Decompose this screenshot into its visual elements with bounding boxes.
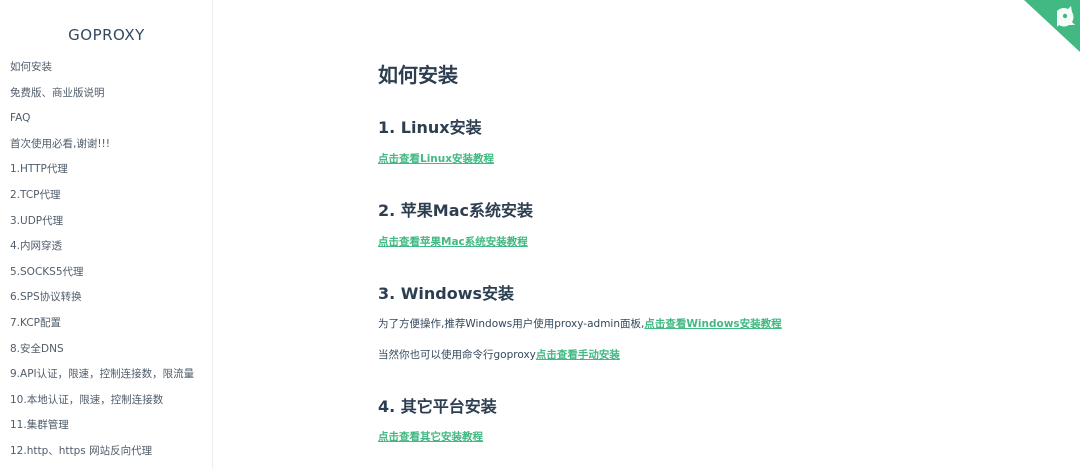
manual-text: 当然你也可以使用命令行goproxy [378,349,536,361]
section-heading-windows: 3. Windows安装 [378,284,515,303]
section-body-other: 点击查看其它安装教程 [378,430,483,444]
section-body-linux: 点击查看Linux安装教程 [378,152,494,166]
page-title: 如何安装 [378,63,458,87]
sidebar-item-faq[interactable]: FAQ [10,112,194,138]
app-name[interactable]: GOPROXY [0,26,212,44]
sidebar-item-tcp-proxy[interactable]: 2.TCP代理 [10,189,194,215]
github-corner-icon[interactable] [1024,0,1080,52]
section-heading-linux: 1. Linux安装 [378,118,482,137]
sidebar-item-sps[interactable]: 6.SPS协议转换 [10,291,194,317]
mac-install-link[interactable]: 点击查看苹果Mac系统安装教程 [378,236,528,248]
sidebar-item-api-auth[interactable]: 9.API认证，限速，控制连接数，限流量 [10,368,194,394]
sidebar-item-socks5[interactable]: 5.SOCKS5代理 [10,266,194,292]
sidebar-item-install[interactable]: 如何安装 [10,61,194,87]
windows-text: 为了方便操作,推荐Windows用户使用proxy-admin面板, [378,318,645,330]
sidebar-item-intranet[interactable]: 4.内网穿透 [10,240,194,266]
sidebar-item-udp-proxy[interactable]: 3.UDP代理 [10,215,194,241]
sidebar: GOPROXY 如何安装 免费版、商业版说明 FAQ 首次使用必看,谢谢!!! … [0,0,213,469]
windows-install-link[interactable]: 点击查看Windows安装教程 [644,318,781,330]
section-body-mac: 点击查看苹果Mac系统安装教程 [378,235,528,249]
sidebar-item-kcp[interactable]: 7.KCP配置 [10,317,194,343]
other-install-link[interactable]: 点击查看其它安装教程 [378,431,483,443]
section-heading-other: 4. 其它平台安装 [378,397,497,416]
sidebar-item-editions[interactable]: 免费版、商业版说明 [10,87,194,113]
sidebar-item-http-proxy[interactable]: 1.HTTP代理 [10,163,194,189]
section-body-windows: 为了方便操作,推荐Windows用户使用proxy-admin面板,点击查看Wi… [378,317,782,331]
sidebar-item-local-auth[interactable]: 10.本地认证，限速，控制连接数 [10,394,194,420]
sidebar-nav: 如何安装 免费版、商业版说明 FAQ 首次使用必看,谢谢!!! 1.HTTP代理… [10,61,194,469]
section-body-manual: 当然你也可以使用命令行goproxy点击查看手动安装 [378,348,620,362]
sidebar-item-cluster[interactable]: 11.集群管理 [10,419,194,445]
main-content: 如何安装 1. Linux安装 点击查看Linux安装教程 2. 苹果Mac系统… [213,0,1080,469]
manual-install-link[interactable]: 点击查看手动安装 [536,349,620,361]
linux-install-link[interactable]: 点击查看Linux安装教程 [378,153,494,165]
sidebar-item-dns[interactable]: 8.安全DNS [10,343,194,369]
section-heading-mac: 2. 苹果Mac系统安装 [378,201,533,220]
sidebar-item-reverse-proxy[interactable]: 12.http、https 网站反向代理 [10,445,194,469]
sidebar-item-first-use[interactable]: 首次使用必看,谢谢!!! [10,138,194,164]
